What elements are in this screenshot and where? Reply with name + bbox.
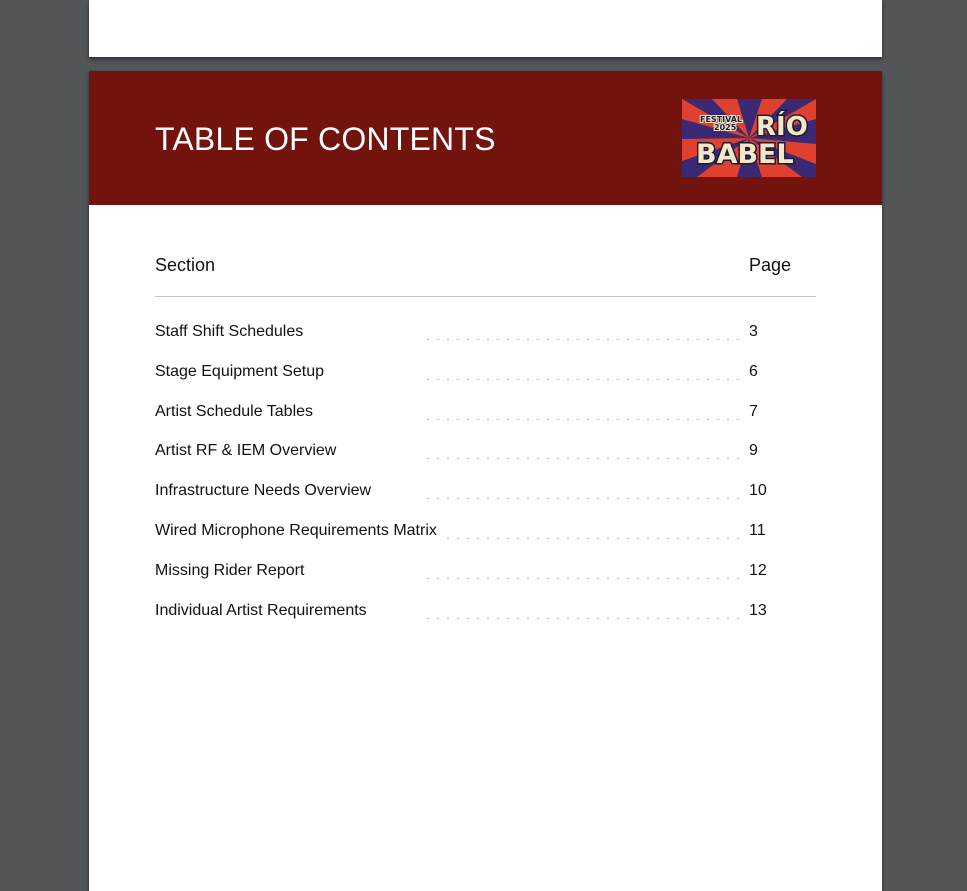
document-page: TABLE OF CONTENTS FESTIVAL 2025 RÍO BABE… bbox=[89, 71, 882, 891]
toc-entry[interactable]: Artist Schedule Tables 7 bbox=[155, 401, 816, 423]
toc-entry-page: 10 bbox=[749, 482, 767, 499]
toc-entry-title: Individual Artist Requirements bbox=[155, 602, 367, 619]
logo-word-babel: BABEL bbox=[696, 139, 794, 170]
page-column-header: Page bbox=[749, 255, 792, 275]
toc-entry-page: 7 bbox=[749, 403, 758, 420]
previous-page bbox=[89, 0, 882, 57]
toc-entry-title: Wired Microphone Requirements Matrix bbox=[155, 522, 437, 539]
toc-entry-page: 13 bbox=[749, 602, 767, 619]
toc-entry-title: Artist Schedule Tables bbox=[155, 403, 314, 420]
dot-leader bbox=[443, 527, 745, 539]
toc-entry-page: 3 bbox=[749, 323, 758, 340]
toc-entry-title: Infrastructure Needs Overview bbox=[155, 482, 372, 499]
toc-entry[interactable]: Stage Equipment Setup 6 bbox=[155, 361, 816, 383]
toc-entry[interactable]: Wired Microphone Requirements Matrix 11 bbox=[155, 520, 816, 542]
dot-leader bbox=[423, 607, 745, 619]
toc-entry-title: Staff Shift Schedules bbox=[155, 323, 304, 340]
page-title: TABLE OF CONTENTS bbox=[155, 121, 496, 157]
section-column-header: Section bbox=[155, 255, 216, 275]
dot-leader bbox=[423, 368, 745, 380]
toc-entry-title: Stage Equipment Setup bbox=[155, 363, 325, 380]
dot-leader bbox=[423, 447, 745, 459]
toc-entry[interactable]: Artist RF & IEM Overview 9 bbox=[155, 440, 816, 462]
logo-word-rio: RÍO bbox=[756, 110, 808, 142]
dot-leader bbox=[423, 408, 745, 420]
festival-logo: FESTIVAL 2025 RÍO BABEL bbox=[682, 99, 816, 177]
toc-entry-page: 6 bbox=[749, 363, 758, 380]
header-divider bbox=[155, 296, 816, 297]
toc-entry-page: 9 bbox=[749, 442, 758, 459]
toc-entry-title: Artist RF & IEM Overview bbox=[155, 442, 337, 459]
dot-leader bbox=[423, 487, 745, 499]
dot-leader bbox=[423, 567, 745, 579]
toc-entry[interactable]: Staff Shift Schedules 3 bbox=[155, 321, 816, 343]
toc-entry-page: 12 bbox=[749, 562, 767, 579]
toc-entry-page: 11 bbox=[749, 522, 766, 539]
logo-year-text: 2025 bbox=[714, 123, 737, 132]
dot-leader bbox=[423, 328, 745, 340]
toc-entry[interactable]: Infrastructure Needs Overview 10 bbox=[155, 480, 816, 502]
toc-entry[interactable]: Missing Rider Report 12 bbox=[155, 560, 816, 582]
toc-entry-title: Missing Rider Report bbox=[155, 562, 305, 579]
page-header: TABLE OF CONTENTS FESTIVAL 2025 RÍO BABE… bbox=[89, 71, 882, 205]
toc-entry[interactable]: Individual Artist Requirements 13 bbox=[155, 600, 816, 622]
